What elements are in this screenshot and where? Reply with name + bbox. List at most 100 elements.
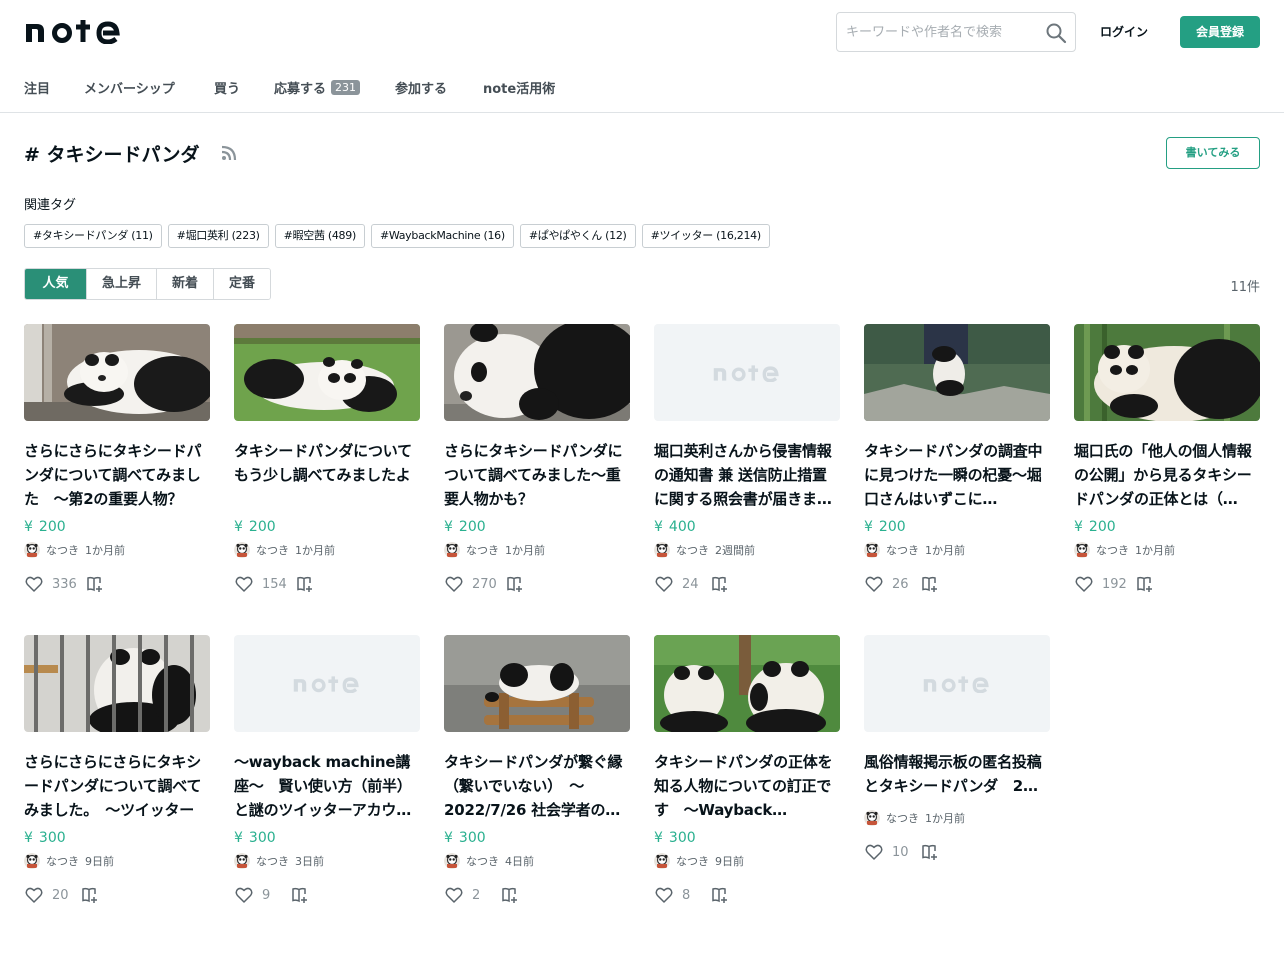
nav-item-howto[interactable]: note活用術 bbox=[483, 80, 555, 100]
article-thumbnail[interactable] bbox=[654, 635, 840, 732]
signup-button[interactable]: 会員登録 bbox=[1180, 16, 1260, 48]
article-title[interactable]: 〜wayback machine講座〜 賢い使い方（前半）と謎のツイッターアカウ… bbox=[234, 750, 420, 822]
article-card[interactable]: さらにさらにさらにタキシードパンダについて調べてみました。 〜ツイッター ¥30… bbox=[24, 635, 210, 904]
article-thumbnail[interactable] bbox=[24, 635, 210, 732]
article-author[interactable]: なつき 3日前 bbox=[234, 853, 420, 869]
article-thumbnail[interactable] bbox=[444, 635, 630, 732]
article-author[interactable]: なつき 1か月前 bbox=[864, 542, 1050, 558]
rss-icon[interactable] bbox=[220, 144, 238, 162]
article-title[interactable]: 堀口英利さんから侵害情報の通知書 兼 送信防止措置に関する照会書が届きました bbox=[654, 439, 840, 511]
article-title[interactable]: さらにさらにさらにタキシードパンダについて調べてみました。 〜ツイッター bbox=[24, 750, 210, 822]
add-to-magazine-icon[interactable] bbox=[501, 886, 519, 904]
add-to-magazine-icon[interactable] bbox=[711, 575, 729, 593]
avatar[interactable] bbox=[1074, 542, 1090, 558]
login-link[interactable]: ログイン bbox=[1090, 22, 1158, 42]
heart-icon[interactable] bbox=[25, 886, 43, 904]
article-thumbnail[interactable] bbox=[1074, 324, 1260, 421]
nav-item-membership[interactable]: メンバーシップ bbox=[84, 80, 175, 100]
add-to-magazine-icon[interactable] bbox=[81, 886, 99, 904]
article-author[interactable]: なつき 1か月前 bbox=[234, 542, 420, 558]
add-to-magazine-icon[interactable] bbox=[291, 886, 309, 904]
avatar[interactable] bbox=[444, 853, 460, 869]
heart-icon[interactable] bbox=[235, 886, 253, 904]
avatar[interactable] bbox=[24, 542, 40, 558]
article-card[interactable]: タキシードパンダが繋ぐ縁（繋いでいない） 〜2022/7/26 社会学者の… ¥… bbox=[444, 635, 630, 904]
tag-chip[interactable]: #暇空茜 (489) bbox=[274, 224, 365, 248]
article-author[interactable]: なつき 4日前 bbox=[444, 853, 630, 869]
avatar[interactable] bbox=[234, 542, 250, 558]
heart-icon[interactable] bbox=[25, 575, 43, 593]
heart-icon[interactable] bbox=[655, 886, 673, 904]
nav-item-buy[interactable]: 買う bbox=[214, 80, 240, 100]
avatar[interactable] bbox=[234, 853, 250, 869]
article-author[interactable]: なつき 9日前 bbox=[24, 853, 210, 869]
write-button[interactable]: 書いてみる bbox=[1166, 137, 1260, 169]
sort-tab-new[interactable]: 新着 bbox=[156, 269, 214, 299]
article-author[interactable]: なつき 1か月前 bbox=[864, 810, 1050, 826]
avatar[interactable] bbox=[444, 542, 460, 558]
avatar[interactable] bbox=[864, 542, 880, 558]
article-card[interactable]: タキシードパンダの調査中に見つけた一瞬の杞憂〜堀口さんはいずこに… ¥200 な… bbox=[864, 324, 1050, 593]
article-card[interactable]: 堀口氏の「他人の個人情報の公開」から見るタキシードパンダの正体とは（… ¥200… bbox=[1074, 324, 1260, 593]
note-logo[interactable] bbox=[24, 18, 124, 44]
heart-icon[interactable] bbox=[655, 575, 673, 593]
tag-chip[interactable]: #ぱやぱやくん (12) bbox=[519, 224, 636, 248]
add-to-magazine-icon[interactable] bbox=[296, 575, 314, 593]
article-card[interactable]: 風俗情報掲示板の匿名投稿とタキシードパンダ 2人は同一人物か なつき 1か月前 1… bbox=[864, 635, 1050, 861]
tag-chip[interactable]: #WaybackMachine (16) bbox=[370, 224, 514, 248]
avatar[interactable] bbox=[864, 810, 880, 826]
avatar[interactable] bbox=[654, 853, 670, 869]
article-title[interactable]: タキシードパンダの調査中に見つけた一瞬の杞憂〜堀口さんはいずこに… bbox=[864, 439, 1050, 511]
article-title[interactable]: タキシードパンダの正体を知る人物についての訂正です 〜Wayback… bbox=[654, 750, 840, 822]
add-to-magazine-icon[interactable] bbox=[506, 575, 524, 593]
article-title[interactable]: 風俗情報掲示板の匿名投稿とタキシードパンダ 2人は同一人物か bbox=[864, 750, 1050, 798]
article-title[interactable]: タキシードパンダについてもう少し調べてみましたよ bbox=[234, 439, 420, 511]
avatar[interactable] bbox=[24, 853, 40, 869]
article-thumbnail[interactable] bbox=[444, 324, 630, 421]
add-to-magazine-icon[interactable] bbox=[86, 575, 104, 593]
article-thumbnail[interactable] bbox=[234, 324, 420, 421]
heart-icon[interactable] bbox=[865, 843, 883, 861]
heart-icon[interactable] bbox=[865, 575, 883, 593]
article-thumbnail[interactable] bbox=[864, 635, 1050, 732]
article-author[interactable]: なつき 1か月前 bbox=[24, 542, 210, 558]
article-author[interactable]: なつき 1か月前 bbox=[1074, 542, 1260, 558]
article-card[interactable]: タキシードパンダについてもう少し調べてみましたよ ¥200 なつき 1か月前 15… bbox=[234, 324, 420, 593]
heart-icon[interactable] bbox=[445, 886, 463, 904]
article-thumbnail[interactable] bbox=[654, 324, 840, 421]
tag-chip[interactable]: #ツイッター (16,214) bbox=[641, 224, 770, 248]
tag-chip[interactable]: #堀口英利 (223) bbox=[167, 224, 269, 248]
article-card[interactable]: タキシードパンダの正体を知る人物についての訂正です 〜Wayback… ¥300… bbox=[654, 635, 840, 904]
article-author[interactable]: なつき 2週間前 bbox=[654, 542, 840, 558]
add-to-magazine-icon[interactable] bbox=[711, 886, 729, 904]
add-to-magazine-icon[interactable] bbox=[921, 575, 939, 593]
article-title[interactable]: 堀口氏の「他人の個人情報の公開」から見るタキシードパンダの正体とは（… bbox=[1074, 439, 1260, 511]
search-icon[interactable] bbox=[1045, 22, 1067, 44]
sort-tab-popular[interactable]: 人気 bbox=[25, 269, 86, 299]
article-thumbnail[interactable] bbox=[864, 324, 1050, 421]
nav-item-join[interactable]: 参加する bbox=[395, 80, 447, 100]
article-thumbnail[interactable] bbox=[24, 324, 210, 421]
heart-icon[interactable] bbox=[445, 575, 463, 593]
search-input[interactable] bbox=[837, 13, 1037, 51]
sort-tab-rising[interactable]: 急上昇 bbox=[86, 269, 157, 299]
article-author[interactable]: なつき 1か月前 bbox=[444, 542, 630, 558]
article-card[interactable]: 堀口英利さんから侵害情報の通知書 兼 送信防止措置に関する照会書が届きました ¥… bbox=[654, 324, 840, 593]
nav-item-featured[interactable]: 注目 bbox=[24, 80, 50, 100]
nav-item-apply[interactable]: 応募する 231 bbox=[274, 80, 361, 100]
add-to-magazine-icon[interactable] bbox=[921, 843, 939, 861]
article-title[interactable]: さらにさらにタキシードパンダについて調べてみました 〜第2の重要人物？ bbox=[24, 439, 210, 511]
heart-icon[interactable] bbox=[1075, 575, 1093, 593]
article-card[interactable]: さらにさらにタキシードパンダについて調べてみました 〜第2の重要人物？ ¥200… bbox=[24, 324, 210, 593]
heart-icon[interactable] bbox=[235, 575, 253, 593]
article-author[interactable]: なつき 9日前 bbox=[654, 853, 840, 869]
add-to-magazine-icon[interactable] bbox=[1136, 575, 1154, 593]
article-card[interactable]: さらにタキシードパンダについて調べてみました〜重要人物かも？ ¥200 なつき 1… bbox=[444, 324, 630, 593]
article-thumbnail[interactable] bbox=[234, 635, 420, 732]
article-card[interactable]: 〜wayback machine講座〜 賢い使い方（前半）と謎のツイッターアカウ… bbox=[234, 635, 420, 904]
sort-tab-classic[interactable]: 定番 bbox=[213, 269, 271, 299]
article-title[interactable]: タキシードパンダが繋ぐ縁（繋いでいない） 〜2022/7/26 社会学者の… bbox=[444, 750, 630, 822]
avatar[interactable] bbox=[654, 542, 670, 558]
article-title[interactable]: さらにタキシードパンダについて調べてみました〜重要人物かも？ bbox=[444, 439, 630, 511]
tag-chip[interactable]: #タキシードパンダ (11) bbox=[24, 224, 162, 248]
